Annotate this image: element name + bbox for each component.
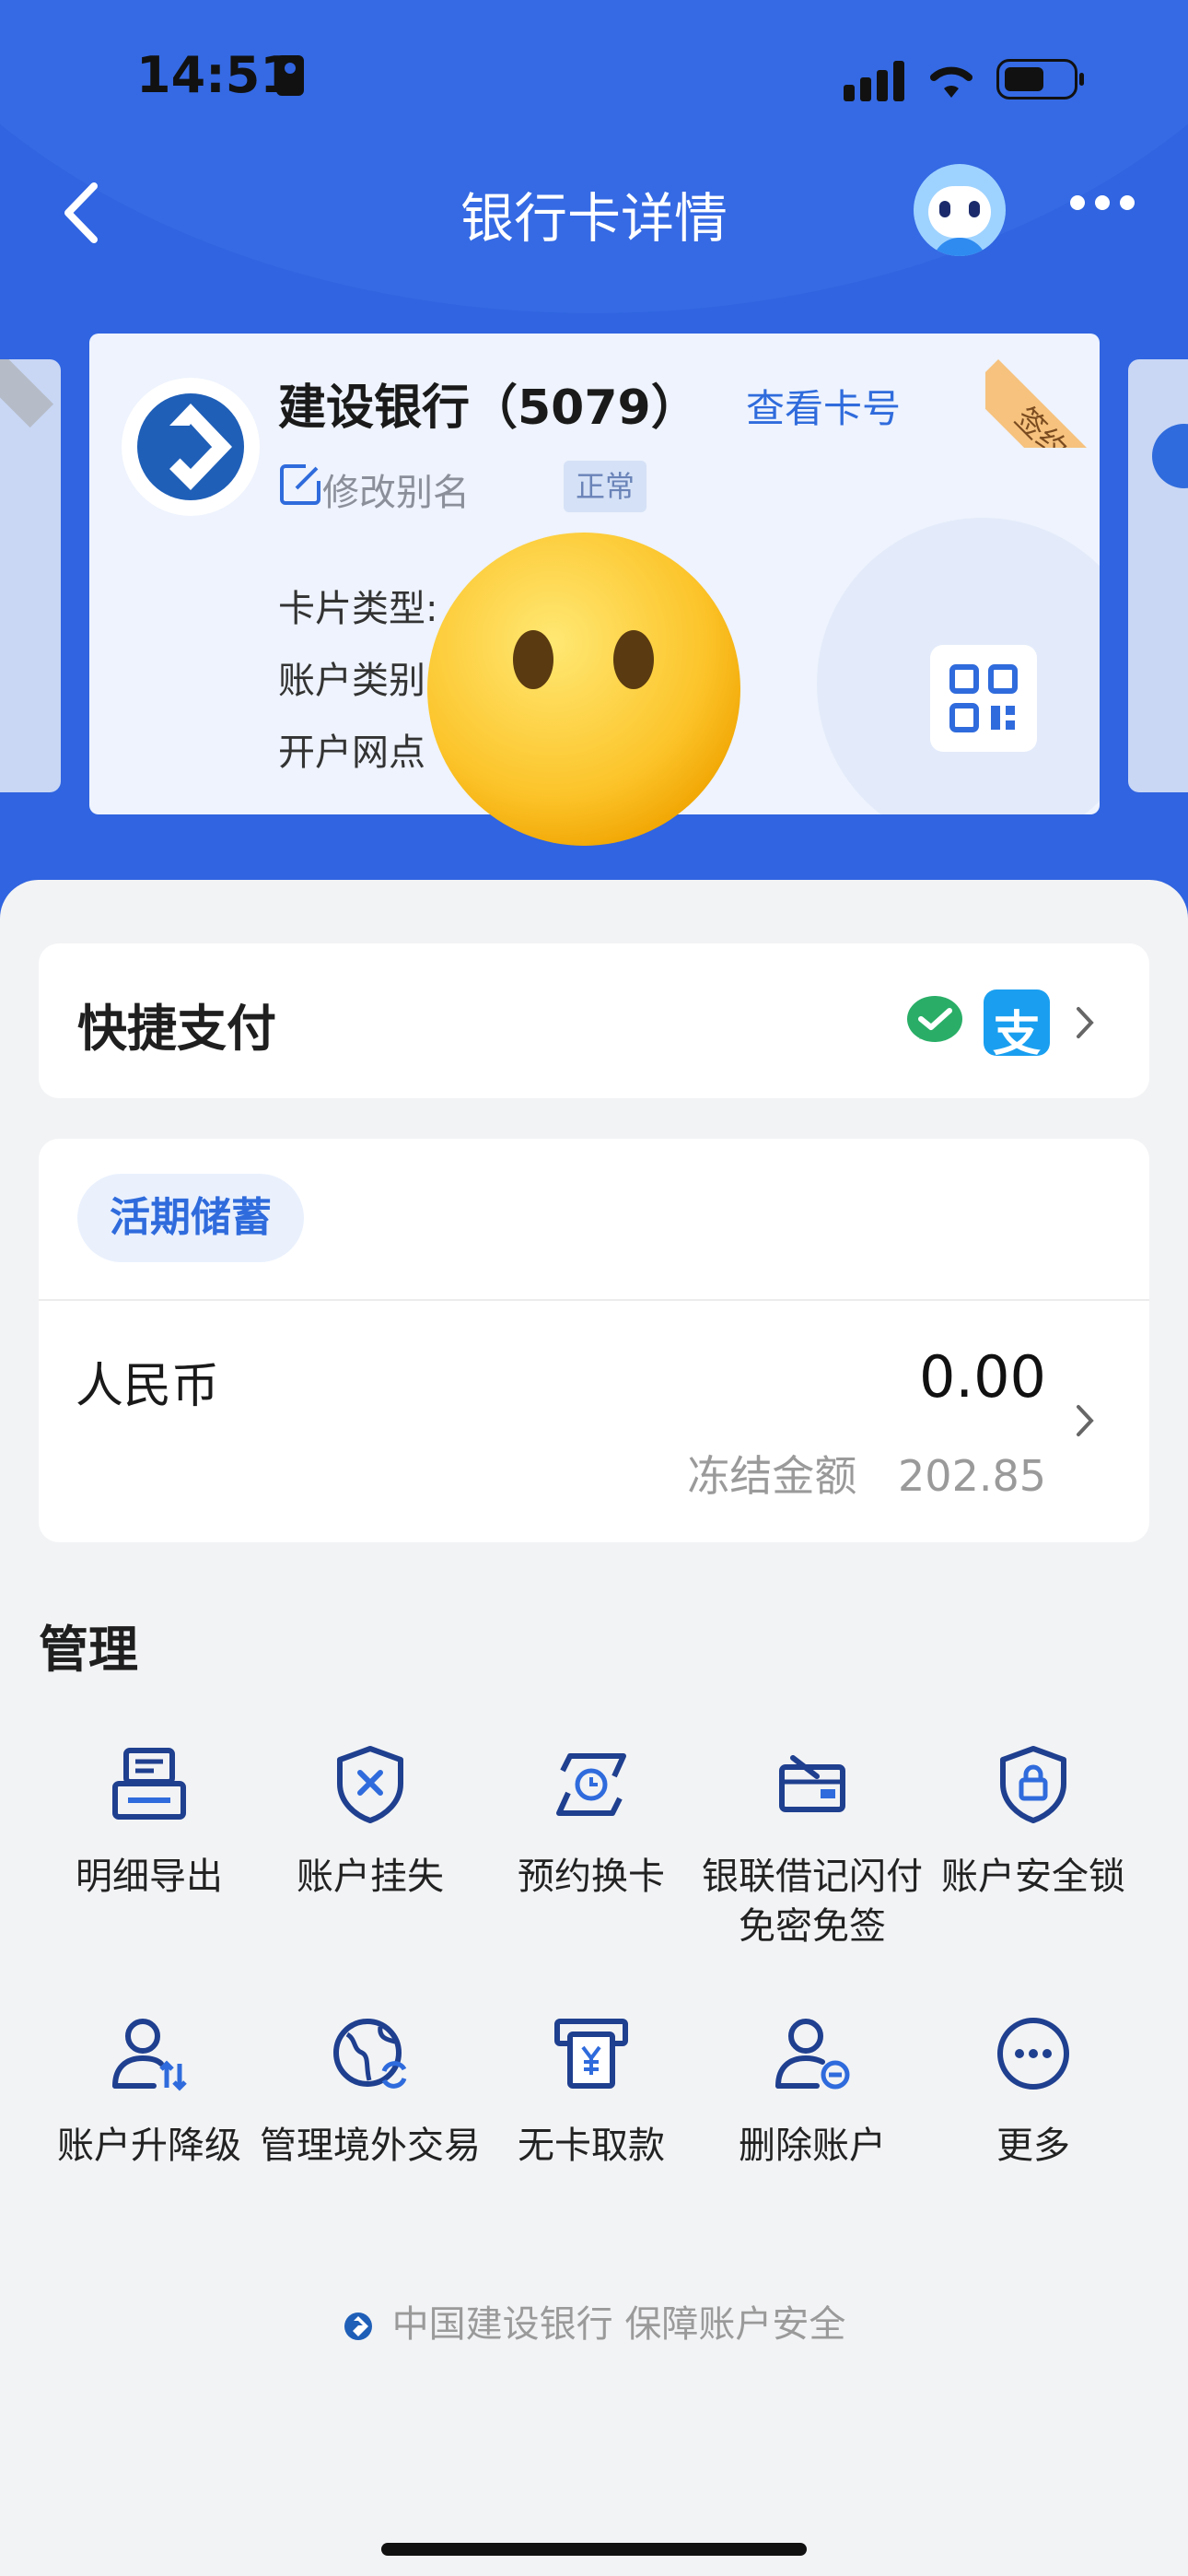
shield-lock-icon: [1000, 1746, 1066, 1823]
wechat-pay-icon: [907, 996, 962, 1042]
wifi-icon: [930, 66, 973, 98]
view-card-number-link[interactable]: 查看卡号: [746, 378, 901, 434]
bank-name: 建设银行（5079）: [278, 381, 699, 436]
more-menu-icon[interactable]: [1068, 193, 1136, 212]
account-security-lock-button[interactable]: 账户安全锁: [923, 1743, 1144, 1902]
frozen-label: 冻结金额: [687, 1451, 857, 1501]
manage-title: 管理: [39, 1621, 138, 1679]
user-remove-icon: [775, 2019, 850, 2090]
export-details-button[interactable]: 明细导出: [39, 1743, 260, 1902]
battery-icon: [996, 59, 1084, 100]
shield-x-icon: [337, 1746, 403, 1823]
atm-icon: [554, 2019, 628, 2089]
delete-account-button[interactable]: 删除账户: [702, 2012, 923, 2171]
id-card-icon: [276, 55, 304, 96]
frozen-amount-row: 冻结金额 202.85: [589, 1443, 1046, 1504]
unionpay-quickpass-button[interactable]: 银联借记闪付免密免签: [702, 1743, 923, 1951]
sign-ribbon: 签约: [985, 334, 1100, 448]
account-type-tag: 活期储蓄: [77, 1174, 304, 1262]
quick-pay-title: 快捷支付: [77, 1000, 276, 1058]
user-updown-icon: [112, 2019, 187, 2091]
card-hand-icon: [779, 1755, 845, 1812]
globe-icon: [333, 2019, 407, 2089]
edit-alias-button[interactable]: 修改别名: [322, 463, 470, 516]
avatar[interactable]: [914, 164, 1006, 256]
status-badge: 正常: [564, 461, 646, 512]
card-type-label: 卡片类型:: [278, 588, 438, 630]
account-chevron-icon[interactable]: [1074, 1404, 1096, 1437]
qr-code-button[interactable]: [930, 645, 1037, 752]
security-footer: 中国建设银行 保障账户安全: [0, 2294, 1188, 2348]
account-divider: [39, 1299, 1149, 1301]
frozen-amount: 202.85: [898, 1451, 1046, 1501]
next-card[interactable]: [1128, 359, 1188, 792]
page-title: 银行卡详情: [460, 187, 728, 250]
status-time: 14:51: [136, 46, 295, 104]
footer-text: 中国建设银行 保障账户安全: [391, 2303, 846, 2346]
cardless-withdrawal-button[interactable]: 无卡取款: [481, 2012, 702, 2171]
branch-label: 开户网点: [278, 732, 425, 774]
ccb-logo-icon: [344, 2313, 372, 2340]
face-without-mouth-emoji: [427, 533, 740, 846]
more-icon: [997, 2018, 1069, 2090]
account-category-label: 账户类别: [278, 660, 425, 702]
card-exchange-icon: [556, 1753, 626, 1816]
reserve-card-replacement-button[interactable]: 预约换卡: [481, 1743, 702, 1902]
edit-icon[interactable]: [278, 463, 322, 507]
sign-tag: 签约: [985, 359, 1100, 448]
home-indicator: [381, 2543, 807, 2556]
manage-overseas-transactions-button[interactable]: 管理境外交易: [260, 2012, 481, 2171]
balance-amount[interactable]: 0.00: [737, 1343, 1046, 1411]
report-loss-button[interactable]: 账户挂失: [260, 1743, 481, 1902]
qr-code-icon: [949, 664, 1018, 732]
printer-icon: [112, 1748, 186, 1820]
currency-label: 人民币: [76, 1359, 220, 1414]
account-upgrade-downgrade-button[interactable]: 账户升降级: [39, 2012, 260, 2171]
signal-icon: [844, 61, 904, 101]
more-button[interactable]: 更多: [923, 2012, 1144, 2171]
bank-logo: [122, 378, 260, 516]
alipay-icon: 支: [984, 989, 1050, 1062]
previous-card[interactable]: [0, 359, 61, 792]
quick-pay-chevron-icon: [1077, 1007, 1094, 1038]
